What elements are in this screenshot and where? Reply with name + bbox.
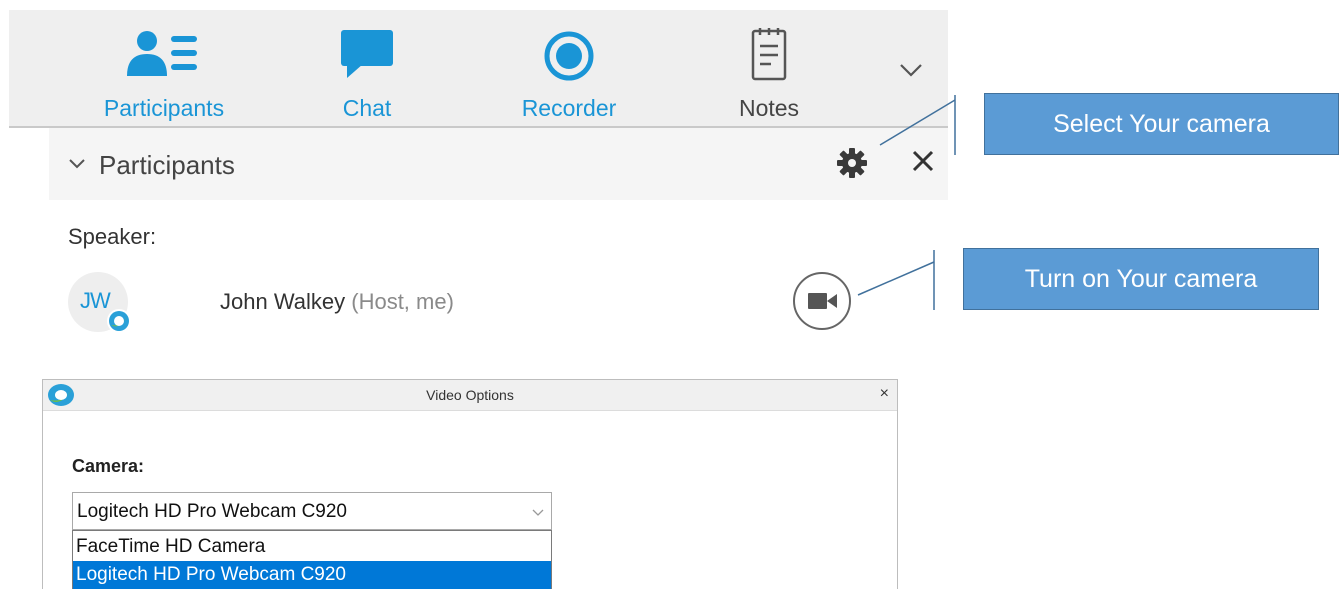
camera-options-list: FaceTime HD Camera Logitech HD Pro Webca… xyxy=(72,530,552,589)
dialog-titlebar: Video Options × xyxy=(43,380,897,411)
select-camera-callout: Select Your camera xyxy=(984,93,1339,155)
dialog-close-button[interactable]: × xyxy=(880,385,889,403)
dialog-title: Video Options xyxy=(426,387,514,403)
camera-option-selected[interactable]: Logitech HD Pro Webcam C920 xyxy=(73,561,551,589)
turn-on-camera-callout: Turn on Your camera xyxy=(963,248,1319,310)
camera-select[interactable]: Logitech HD Pro Webcam C920 xyxy=(72,492,552,530)
camera-select-value: Logitech HD Pro Webcam C920 xyxy=(77,501,347,522)
camera-option[interactable]: FaceTime HD Camera xyxy=(73,533,551,561)
camera-label: Camera: xyxy=(72,456,145,476)
chevron-down-icon xyxy=(532,504,544,522)
